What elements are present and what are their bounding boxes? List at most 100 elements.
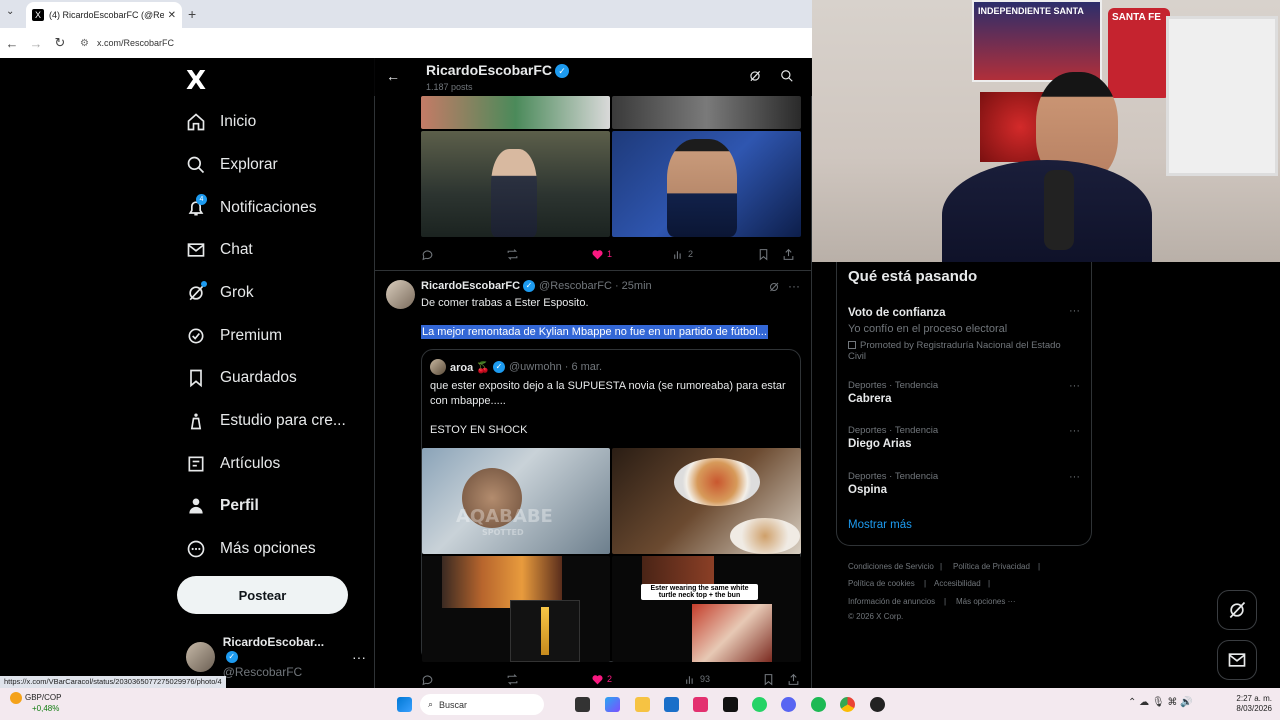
post-button[interactable]: Postear bbox=[177, 576, 348, 614]
watermark: SPOTTED bbox=[482, 528, 524, 537]
discord-icon[interactable] bbox=[781, 697, 796, 712]
quote-image[interactable] bbox=[612, 448, 801, 554]
nav-item-mas-opciones[interactable]: Más opciones bbox=[186, 529, 316, 569]
close-tab-icon[interactable]: ✕ bbox=[168, 10, 176, 21]
quote-image[interactable] bbox=[422, 556, 610, 662]
trend-category: Deportes · Tendencia bbox=[848, 425, 939, 436]
show-more-link[interactable]: Mostrar más bbox=[848, 519, 912, 531]
quote-image[interactable] bbox=[612, 556, 801, 662]
footer-link[interactable]: Política de cookies bbox=[848, 579, 915, 588]
footer-link[interactable]: Más opciones ··· bbox=[956, 597, 1016, 606]
task-view-icon[interactable] bbox=[575, 697, 590, 712]
more-options-icon[interactable]: ··· bbox=[1069, 471, 1080, 483]
retweet-icon[interactable] bbox=[506, 673, 519, 686]
promoted-trend[interactable]: Voto de confianza Yo confío en el proces… bbox=[848, 305, 1080, 335]
verified-icon: ✓ bbox=[493, 361, 505, 373]
share-icon[interactable] bbox=[787, 673, 800, 686]
nav-item-guardados[interactable]: Guardados bbox=[186, 358, 297, 398]
app-icon[interactable] bbox=[693, 697, 708, 712]
store-icon[interactable] bbox=[664, 697, 679, 712]
tweet-image[interactable] bbox=[612, 96, 801, 129]
account-more-icon[interactable]: ··· bbox=[352, 649, 366, 665]
account-switcher[interactable]: RicardoEscobar... ✓ @RescobarFC ··· bbox=[186, 635, 366, 679]
spotify-icon[interactable] bbox=[811, 697, 826, 712]
trend-category: Deportes · Tendencia bbox=[848, 471, 939, 482]
x-logo-icon[interactable]: X bbox=[186, 66, 206, 96]
search-icon[interactable] bbox=[780, 69, 794, 88]
url-field[interactable]: ⚙ x.com/RescobarFC bbox=[80, 38, 174, 49]
site-settings-icon[interactable]: ⚙ bbox=[80, 38, 89, 49]
grok-fab-button[interactable] bbox=[1217, 590, 1257, 630]
grok-icon[interactable] bbox=[768, 280, 780, 298]
avatar[interactable] bbox=[386, 280, 415, 309]
back-icon[interactable]: ← bbox=[0, 36, 24, 51]
more-options-icon[interactable]: ··· bbox=[1069, 380, 1080, 392]
new-tab-icon[interactable]: + bbox=[188, 6, 196, 22]
tweet-time[interactable]: · 25min bbox=[615, 280, 652, 292]
nav-item-premium[interactable]: Premium bbox=[186, 316, 282, 356]
trend-item[interactable]: Deportes · Tendencia Ospina ··· bbox=[848, 471, 1080, 496]
reload-icon[interactable]: ↻ bbox=[48, 35, 72, 51]
nav-label: Estudio para cre... bbox=[220, 412, 346, 429]
footer-link[interactable]: Información de anuncios bbox=[848, 597, 935, 606]
author-handle[interactable]: @RescobarFC bbox=[539, 280, 612, 292]
clock[interactable]: 2:27 a. m. 8/03/2026 bbox=[1226, 694, 1272, 714]
nav-item-inicio[interactable]: Inicio bbox=[186, 102, 256, 142]
windows-start-icon[interactable] bbox=[397, 697, 412, 712]
tweet-image[interactable] bbox=[421, 96, 610, 129]
nav-item-articulos[interactable]: Artículos bbox=[186, 444, 280, 484]
nav-item-explorar[interactable]: Explorar bbox=[186, 145, 278, 185]
article-icon bbox=[186, 454, 206, 474]
quote-image[interactable]: AQABABE SPOTTED bbox=[422, 448, 610, 554]
file-explorer-icon[interactable] bbox=[635, 697, 650, 712]
nav-item-estudio[interactable]: Estudio para cre... bbox=[186, 401, 346, 441]
chrome-icon[interactable] bbox=[840, 697, 855, 712]
footer-link[interactable]: Política de Privacidad bbox=[953, 562, 1030, 571]
footer-link[interactable]: Accesibilidad bbox=[934, 579, 981, 588]
bookmark-icon[interactable] bbox=[757, 248, 770, 261]
nav-label: Inicio bbox=[220, 113, 257, 130]
browser-tab[interactable]: X (4) RicardoEscobarFC (@Rescob ✕ bbox=[26, 2, 182, 28]
trend-item[interactable]: Deportes · Tendencia Cabrera ··· bbox=[848, 380, 1080, 405]
messages-fab-button[interactable] bbox=[1217, 640, 1257, 680]
whatsapp-icon[interactable] bbox=[752, 697, 767, 712]
reply-icon[interactable] bbox=[421, 673, 434, 686]
system-tray[interactable]: ⌃ ☁ 🎙 ⌘ 🔊 bbox=[1128, 697, 1193, 708]
share-icon[interactable] bbox=[782, 248, 795, 261]
quote-header: aroa 🍒 ✓ @uwmohn · 6 mar. bbox=[430, 359, 602, 375]
more-options-icon[interactable]: ··· bbox=[788, 279, 800, 293]
promoted-label: Promoted by Registraduría Nacional del E… bbox=[848, 340, 1061, 362]
more-options-icon[interactable]: ··· bbox=[1069, 425, 1080, 437]
reply-icon[interactable] bbox=[421, 248, 434, 261]
tweet-image[interactable] bbox=[421, 131, 610, 237]
like-button[interactable]: 1 bbox=[591, 248, 612, 261]
app-icon[interactable] bbox=[870, 697, 885, 712]
more-options-icon[interactable]: ··· bbox=[1069, 305, 1080, 317]
quote-text: ESTOY EN SHOCK bbox=[430, 424, 528, 436]
footer-separator: | bbox=[940, 562, 943, 571]
views-button[interactable]: 93 bbox=[684, 673, 710, 686]
grok-icon[interactable] bbox=[748, 69, 762, 88]
taskbar-search[interactable]: ⌕ Buscar bbox=[420, 694, 544, 715]
author-name[interactable]: RicardoEscobarFC bbox=[421, 280, 520, 292]
tab-list-chevron-icon[interactable]: ⌄ bbox=[6, 6, 14, 17]
views-button[interactable]: 2 bbox=[672, 248, 693, 261]
bookmark-icon[interactable] bbox=[762, 673, 775, 686]
forward-icon[interactable]: → bbox=[24, 36, 48, 51]
nav-item-notificaciones[interactable]: 4 Notificaciones bbox=[186, 188, 317, 228]
like-button[interactable]: 2 bbox=[591, 673, 612, 686]
nav-item-perfil[interactable]: Perfil bbox=[186, 486, 259, 526]
copilot-icon[interactable] bbox=[605, 697, 620, 712]
tweet-actions: 1 2 bbox=[421, 246, 801, 262]
tweet-image[interactable] bbox=[612, 131, 801, 237]
footer-link[interactable]: Condiciones de Servicio bbox=[848, 562, 934, 571]
nav-label: Más opciones bbox=[220, 540, 316, 557]
image-caption: Ester wearing the same white turtle neck… bbox=[641, 584, 758, 600]
stock-widget[interactable]: GBP/COP +0,48% bbox=[10, 692, 61, 714]
tiktok-icon[interactable] bbox=[723, 697, 738, 712]
back-arrow-icon[interactable]: ← bbox=[386, 68, 400, 84]
trend-item[interactable]: Deportes · Tendencia Diego Arias ··· bbox=[848, 425, 1080, 450]
nav-item-chat[interactable]: Chat bbox=[186, 230, 253, 270]
nav-item-grok[interactable]: Grok bbox=[186, 273, 254, 313]
retweet-icon[interactable] bbox=[506, 248, 519, 261]
